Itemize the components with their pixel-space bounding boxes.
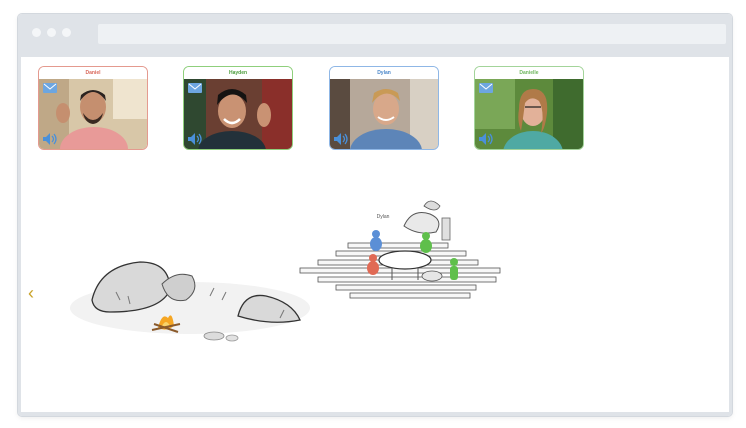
campfire-area [70,261,310,342]
avatar-standing[interactable] [450,258,458,280]
virtual-space-scene: Dylan [70,200,501,342]
avatar-green[interactable] [420,232,432,253]
avatar-label: Dylan [377,214,390,220]
avatar-red[interactable] [367,254,379,275]
meeting-area [299,200,501,299]
